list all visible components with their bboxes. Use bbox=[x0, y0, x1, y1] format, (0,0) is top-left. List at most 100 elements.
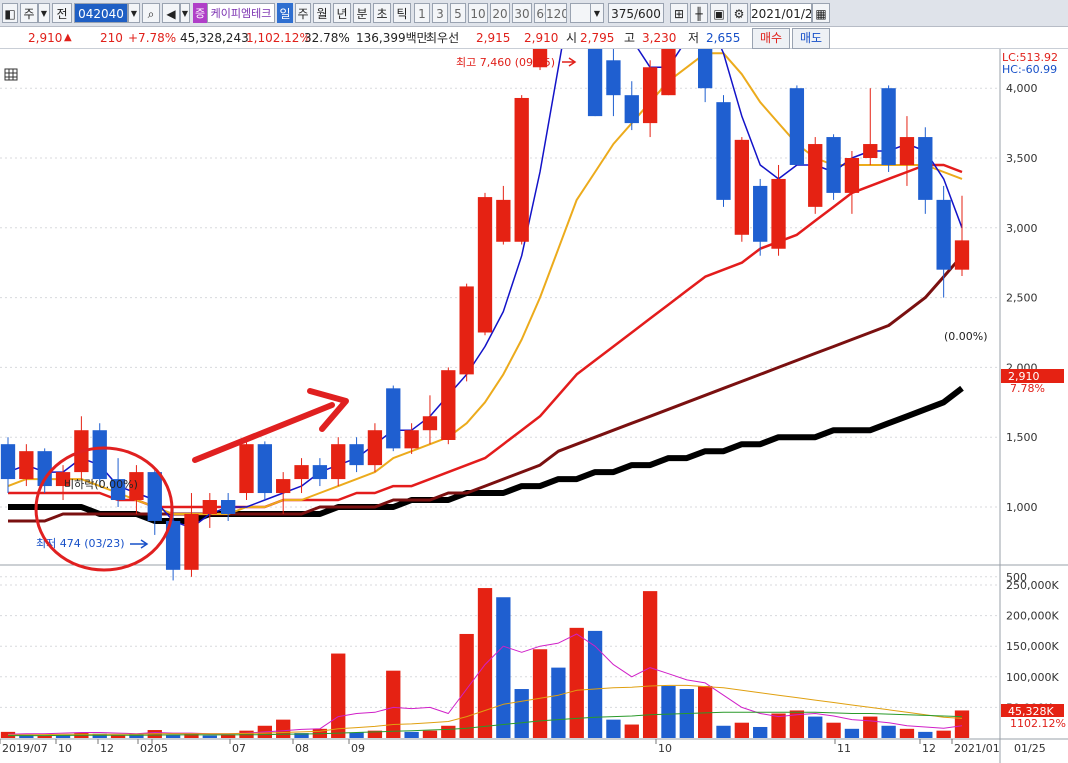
chevron-down-icon[interactable]: ▼ bbox=[38, 3, 50, 23]
volume-bar[interactable] bbox=[404, 731, 419, 738]
candle[interactable] bbox=[92, 423, 107, 487]
volume-bar[interactable] bbox=[551, 667, 566, 738]
candle[interactable] bbox=[881, 85, 896, 172]
volume-bar[interactable] bbox=[606, 719, 621, 738]
buy-button[interactable]: 매수 bbox=[752, 28, 790, 49]
volume-bar[interactable] bbox=[386, 670, 401, 738]
candle[interactable] bbox=[661, 49, 676, 96]
volume-bar[interactable] bbox=[808, 716, 823, 738]
volume-bar[interactable] bbox=[697, 685, 713, 738]
date-tick-label: 05 bbox=[154, 742, 168, 755]
speaker-icon[interactable]: ◀ bbox=[162, 3, 180, 23]
code-dropdown-icon[interactable]: ▼ bbox=[128, 3, 140, 23]
volume-bar[interactable] bbox=[624, 724, 639, 738]
volume-tick-label: 250,000K bbox=[1006, 579, 1059, 592]
date-tick-label: 2021/01 bbox=[954, 742, 1000, 755]
candle[interactable] bbox=[789, 85, 805, 165]
interval-dropdown-icon[interactable]: ▼ bbox=[590, 3, 604, 23]
candle[interactable] bbox=[257, 441, 273, 501]
period-month-tab[interactable]: 월 bbox=[313, 3, 331, 23]
window-menu-icon[interactable]: ◧ bbox=[2, 3, 18, 23]
gear-icon[interactable]: ⚙ bbox=[730, 3, 748, 23]
stock-chart[interactable]: 7,0006,5006,0005,5005,0004,5004,0003,500… bbox=[0, 49, 1068, 763]
candle[interactable] bbox=[441, 367, 456, 445]
hc-label: HC:-60.99 bbox=[1002, 63, 1057, 76]
change-rate: +7.78% bbox=[128, 31, 177, 45]
price-tick-label: 1,000 bbox=[1006, 501, 1038, 514]
volume-bar[interactable] bbox=[532, 649, 548, 738]
period-second-tab[interactable]: 초 bbox=[373, 3, 391, 23]
speaker-dropdown-icon[interactable]: ▼ bbox=[180, 3, 190, 23]
volume-bar[interactable] bbox=[753, 726, 768, 738]
date-tick-label: 12 bbox=[100, 742, 114, 755]
search-icon[interactable]: ⌕ bbox=[142, 3, 160, 23]
volume-bar[interactable] bbox=[477, 588, 493, 738]
interval-30-button[interactable]: 30 bbox=[512, 3, 532, 23]
volume-bar[interactable] bbox=[587, 630, 603, 738]
volume-bar[interactable] bbox=[496, 597, 511, 738]
volume-bar[interactable] bbox=[826, 722, 841, 738]
candle[interactable] bbox=[367, 423, 383, 473]
quote-bar: 2,910 ▲ 210 +7.78% 45,328,243 1,102.12% … bbox=[0, 27, 1068, 49]
volume-bar[interactable] bbox=[954, 710, 970, 738]
volume-bar[interactable] bbox=[844, 728, 860, 738]
volume-bar[interactable] bbox=[514, 689, 529, 738]
volume-bar[interactable] bbox=[661, 685, 676, 738]
candle[interactable] bbox=[734, 137, 750, 242]
volume-bar[interactable] bbox=[881, 725, 896, 738]
volume-bar[interactable] bbox=[569, 627, 584, 738]
candle[interactable] bbox=[459, 283, 474, 382]
volume-bar[interactable] bbox=[441, 725, 456, 738]
volume-bar[interactable] bbox=[202, 735, 217, 738]
period-minute-tab[interactable]: 분 bbox=[353, 3, 371, 23]
volume-bar[interactable] bbox=[110, 735, 126, 738]
sell-button[interactable]: 매도 bbox=[792, 28, 830, 49]
volume-bar[interactable] bbox=[349, 732, 364, 738]
stock-badge: 증 bbox=[193, 3, 207, 23]
volume-bar[interactable] bbox=[642, 591, 658, 738]
best-bid-price: 2,910 bbox=[524, 31, 559, 45]
stock-code-input[interactable]: 042040 bbox=[74, 3, 128, 23]
open-price: 2,795 bbox=[580, 31, 615, 45]
interval-20-button[interactable]: 20 bbox=[490, 3, 510, 23]
save-icon[interactable]: ▣ bbox=[710, 3, 728, 23]
volume-bar[interactable] bbox=[734, 722, 750, 738]
volume-bar[interactable] bbox=[459, 633, 474, 738]
period-year-tab[interactable]: 년 bbox=[333, 3, 351, 23]
candle[interactable] bbox=[826, 134, 841, 200]
volume-bar[interactable] bbox=[863, 716, 878, 738]
period-day-tab[interactable]: 일 bbox=[277, 3, 293, 23]
period-tick-tab[interactable]: 틱 bbox=[393, 3, 411, 23]
compare-icon[interactable]: ⊞ bbox=[670, 3, 688, 23]
period-week-tab[interactable]: 주 bbox=[295, 3, 311, 23]
date-input[interactable]: 2021/01/25 bbox=[750, 3, 812, 23]
candle[interactable] bbox=[239, 437, 254, 501]
data-count-input[interactable]: 375/600 bbox=[608, 3, 664, 23]
date-tick-label: 10 bbox=[58, 742, 72, 755]
volume-bar[interactable] bbox=[331, 653, 346, 738]
interval-10-button[interactable]: 10 bbox=[468, 3, 488, 23]
market-scope-button[interactable]: 전 bbox=[52, 3, 72, 23]
volume-bar[interactable] bbox=[918, 731, 933, 738]
volume-bar[interactable] bbox=[716, 725, 731, 738]
chart-type-icon[interactable]: ╫ bbox=[690, 3, 708, 23]
volume-bar[interactable] bbox=[422, 730, 438, 738]
volume-bar[interactable] bbox=[771, 713, 786, 738]
market-type-select[interactable]: 주 bbox=[20, 3, 38, 23]
candle[interactable] bbox=[716, 95, 731, 207]
volume-bar[interactable] bbox=[276, 719, 291, 738]
interval-120-button[interactable]: 120 bbox=[545, 3, 567, 23]
interval-5-button[interactable]: 5 bbox=[450, 3, 466, 23]
candle[interactable] bbox=[587, 49, 603, 117]
candle[interactable] bbox=[477, 192, 493, 336]
volume-bar[interactable] bbox=[899, 728, 915, 738]
candle[interactable] bbox=[514, 95, 529, 245]
price-tick-label: 4,000 bbox=[1006, 82, 1038, 95]
candle[interactable] bbox=[386, 385, 401, 452]
candle[interactable] bbox=[808, 137, 823, 214]
interval-1-button[interactable]: 1 bbox=[414, 3, 430, 23]
candle[interactable] bbox=[331, 437, 346, 487]
interval-3-button[interactable]: 3 bbox=[432, 3, 448, 23]
volume-bar[interactable] bbox=[936, 730, 951, 738]
calendar-icon[interactable]: ▦ bbox=[812, 3, 830, 23]
